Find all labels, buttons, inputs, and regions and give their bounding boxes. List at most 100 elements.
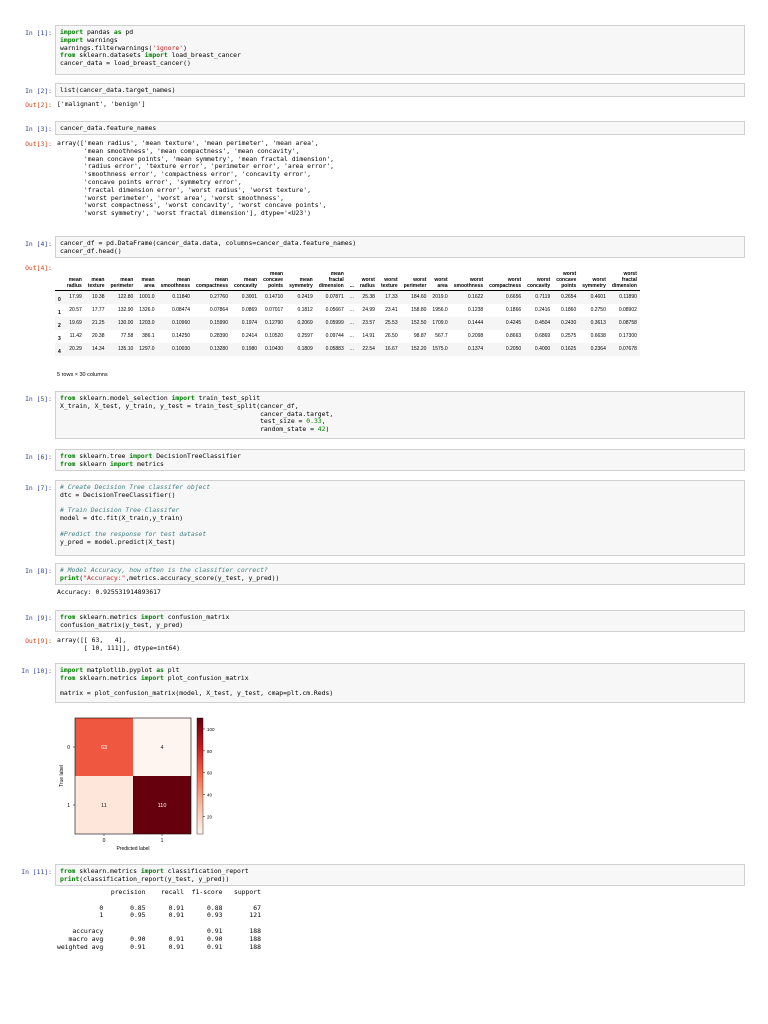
table-cell: 0.2098 xyxy=(467,333,484,339)
table-cell: 26.50 xyxy=(385,333,398,339)
table-cell: ... xyxy=(349,307,354,313)
column-header: worst concavity xyxy=(524,270,554,291)
code-editor[interactable]: # Create Decision Tree classifer object … xyxy=(55,480,745,556)
input-prompt: In [8]: xyxy=(25,567,52,575)
code-editor[interactable]: from sklearn.model_selection import trai… xyxy=(55,391,745,439)
table-cell: 24.99 xyxy=(362,307,375,313)
code-editor[interactable]: list(cancer_data.target_names) xyxy=(55,83,745,97)
table-cell: 0.07678 xyxy=(608,343,640,356)
table-cell: 0.2654 xyxy=(553,290,580,304)
colorbar-tick-label: 100 xyxy=(207,727,215,732)
table-cell: 0.2364 xyxy=(579,343,609,356)
table-cell: 0.1625 xyxy=(553,343,580,356)
table-cell: 0.8663 xyxy=(505,333,522,339)
x-tick-label: 0 xyxy=(103,838,106,844)
column-header: worst concave points xyxy=(553,270,580,291)
table-cell: 0.0869 xyxy=(241,307,258,313)
code-editor[interactable]: # Model Accuracy, how often is the class… xyxy=(55,563,745,585)
table-row: 2 19.69 21.25 130.00 1203.0 0.10960 0.15990 0.1… xyxy=(55,317,640,330)
table-cell: 0.11890 xyxy=(608,290,640,304)
dataframe-shape-note: 5 rows × 30 columns xyxy=(57,372,108,378)
output-text: Accuracy: 0.925531914893617 xyxy=(57,588,161,596)
column-header: worst area xyxy=(429,270,451,291)
table-cell: 0.10430 xyxy=(260,343,287,356)
table-cell: 0.07871 xyxy=(315,290,347,304)
table-cell: 0.05667 xyxy=(325,307,344,313)
column-header: worst radius xyxy=(356,270,378,291)
table-cell: 19.69 xyxy=(63,317,85,330)
confusion-matrix-plot: 63 4 11 110 0 1 0 1 Predicted label True label 100… xyxy=(59,717,215,852)
column-header: worst fractal dimension xyxy=(608,270,640,291)
row-index: 2 xyxy=(55,317,64,330)
table-cell: 0.6869 xyxy=(534,333,551,339)
column-header: mean radius xyxy=(63,270,85,291)
table-cell: 0.6638 xyxy=(590,333,606,339)
code-editor[interactable]: from sklearn.metrics import confusion_ma… xyxy=(55,610,745,632)
table-cell: 22.54 xyxy=(356,343,378,356)
table-cell: 0.10030 xyxy=(157,343,194,356)
cell-value-label: 4 xyxy=(160,745,163,751)
code-editor[interactable]: cancer_data.feature_names xyxy=(55,121,745,135)
table-cell: 0.1812 xyxy=(297,307,313,313)
table-cell: 0.1980 xyxy=(231,343,261,356)
table-cell: 0.2597 xyxy=(297,333,313,339)
table-cell: ... xyxy=(346,343,357,356)
code-editor[interactable]: import matplotlib.pyplot as plt from skl… xyxy=(55,663,745,703)
table-cell: 135.10 xyxy=(107,343,137,356)
table-cell: 2019.0 xyxy=(429,290,451,304)
table-cell: 17.99 xyxy=(63,290,85,304)
table-cell: 0.15990 xyxy=(193,317,231,330)
table-cell: 20.38 xyxy=(91,333,105,339)
table-cell: 1709.0 xyxy=(429,317,451,330)
table-cell: 1956.0 xyxy=(432,307,448,313)
table-cell: 567.7 xyxy=(435,333,448,339)
table-cell: 14.34 xyxy=(84,343,108,356)
table-cell: 16.67 xyxy=(377,343,401,356)
code-editor[interactable]: from sklearn.metrics import classificati… xyxy=(55,864,745,886)
table-cell: 158.80 xyxy=(411,307,427,313)
table-cell: 0.4504 xyxy=(524,317,554,330)
table-cell: 0.2575 xyxy=(560,333,577,339)
colorbar xyxy=(196,717,204,835)
table-cell: 1203.0 xyxy=(136,317,158,330)
table-cell: 132.90 xyxy=(117,307,134,313)
table-cell: 0.2069 xyxy=(286,317,316,330)
input-prompt: In [10]: xyxy=(21,667,52,675)
table-cell: 152.50 xyxy=(400,317,430,330)
column-header: mean compactness xyxy=(193,270,231,291)
table-cell: 25.53 xyxy=(377,317,401,330)
table-cell: 77.58 xyxy=(120,333,134,339)
table-cell: 23.41 xyxy=(385,307,398,313)
table-cell: ... xyxy=(349,333,354,339)
colorbar-tick-label: 80 xyxy=(207,749,213,754)
dataframe-table: mean radius mean texture mean perimeter mea… xyxy=(55,270,640,356)
table-cell: 0.2416 xyxy=(534,307,551,313)
x-axis-label: Predicted label xyxy=(116,846,149,852)
table-cell: 0.08474 xyxy=(171,307,191,313)
dataframe-output: mean radius mean texture mean perimeter mea… xyxy=(0,270,768,360)
table-cell: 0.3001 xyxy=(231,290,261,304)
output-prompt: Out[3]: xyxy=(25,140,52,148)
table-cell: 1297.0 xyxy=(136,343,158,356)
code-editor[interactable]: import pandas as pd import warnings warn… xyxy=(55,25,745,75)
table-cell: 0.2430 xyxy=(553,317,580,330)
input-prompt: In [7]: xyxy=(25,484,52,492)
table-cell: 0.28390 xyxy=(209,333,228,339)
table-cell: 10.38 xyxy=(84,290,108,304)
code-editor[interactable]: from sklearn.tree import DecisionTreeCla… xyxy=(55,449,745,471)
output-text: array(['mean radius', 'mean texture', 'm… xyxy=(57,139,335,218)
table-cell: 98.87 xyxy=(413,333,427,339)
input-prompt: In [9]: xyxy=(25,614,52,622)
column-header: mean texture xyxy=(84,270,108,291)
column-header: mean area xyxy=(136,270,158,291)
table-cell: 0.05883 xyxy=(315,343,347,356)
table-cell: 130.00 xyxy=(107,317,137,330)
table-cell: 0.05999 xyxy=(315,317,347,330)
code-editor[interactable]: cancer_df = pd.DataFrame(cancer_data.dat… xyxy=(55,236,745,258)
column-header: worst texture xyxy=(377,270,401,291)
table-cell: 0.07017 xyxy=(265,307,284,313)
table-cell: 0.2050 xyxy=(486,343,525,356)
table-cell: 1001.0 xyxy=(136,290,158,304)
table-cell: 386.1 xyxy=(142,333,155,339)
table-cell: 23.57 xyxy=(356,317,378,330)
